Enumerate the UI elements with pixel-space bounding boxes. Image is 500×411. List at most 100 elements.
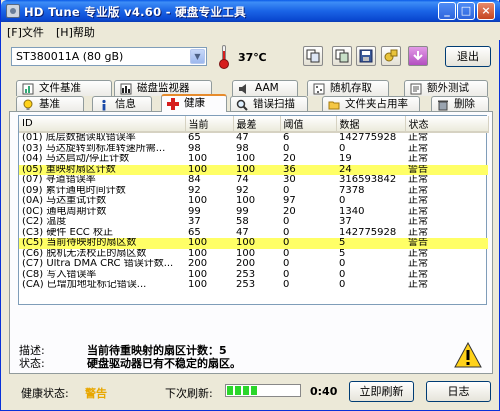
raw-data: 37 — [339, 217, 352, 227]
raw-data: 7378 — [339, 185, 365, 196]
menu-bar: [F]文件 [H]帮助 — [1, 22, 500, 40]
table-row[interactable]: (CA) 已增加地址标记错误... 100 253 0 0 正常 — [19, 280, 488, 291]
table-row[interactable]: (04) 马达启动/停止计数 100 100 20 19 正常 — [19, 154, 488, 165]
current-value: 100 — [185, 164, 233, 175]
status-cell: 正常 — [408, 175, 428, 185]
random-access-icon — [313, 83, 325, 95]
attribute-id: (01) 底层数据读取错误率 — [22, 132, 136, 143]
copy-button[interactable] — [303, 46, 323, 66]
worst-value: 58 — [236, 217, 249, 227]
current-value: 98 — [188, 143, 201, 154]
threshold-value: 0 — [283, 248, 290, 259]
threshold-value: 20 — [283, 206, 296, 217]
worst-value: 92 — [236, 185, 249, 196]
tab-health[interactable]: 健康 — [161, 94, 227, 112]
exit-button[interactable]: 退出 — [445, 46, 491, 67]
smart-table-body: (01) 底层数据读取错误率 65 47 6 142775928 正常 (03) 马达旋转到… — [19, 132, 488, 291]
copy-screen-button[interactable] — [332, 46, 352, 66]
table-row[interactable]: (07) 寻道错误率 84 74 30 316593842 正常 — [19, 175, 488, 186]
worst-value: 99 — [236, 206, 249, 217]
drive-select[interactable]: ST380011A (80 gB) ▼ — [11, 47, 207, 66]
column-header-data[interactable]: 数据 — [336, 116, 406, 133]
table-row[interactable]: (01) 底层数据读取错误率 65 47 6 142775928 正常 — [19, 132, 488, 144]
table-row-warning[interactable]: (C5) 当前待映射的扇区数 100 100 0 5 警告 — [19, 238, 488, 249]
worst-value: 100 — [236, 196, 256, 206]
menu-help[interactable]: [H]帮助 — [56, 24, 95, 40]
attribute-id: (C6) 脱机无法校正的扇区数 — [22, 248, 147, 259]
current-value: 200 — [188, 259, 208, 269]
tab-label: 磁盘监视器 — [137, 82, 190, 94]
trash-icon — [438, 100, 448, 111]
worst-value: 47 — [236, 227, 249, 238]
close-button[interactable]: × — [477, 2, 495, 20]
tab-folder-usage[interactable]: 文件夹占用率 — [322, 96, 420, 112]
worst-value: 100 — [233, 238, 280, 249]
smart-table[interactable]: ID 当前 最差 阈值 数据 状态 (01) 底层数据读取错误率 65 47 6 142… — [18, 115, 489, 305]
worst-value: 100 — [236, 248, 256, 259]
maximize-button[interactable]: □ — [457, 2, 475, 20]
table-row-warning[interactable]: (05) 重映射扇区计数 100 100 36 24 警告 — [19, 164, 488, 175]
current-value: 99 — [188, 206, 201, 217]
current-value: 100 — [185, 238, 233, 249]
app-window: HD Tune 专业版 v4.60 - 硬盘专业工具 _ □ × [F]文件 [… — [0, 0, 500, 411]
chevron-down-icon[interactable]: ▼ — [190, 49, 205, 64]
table-row[interactable]: (0C) 通电周期计数 99 99 20 1340 正常 — [19, 207, 488, 218]
tab-aam[interactable]: AAM — [232, 80, 298, 96]
threshold-value: 30 — [283, 175, 296, 185]
table-row[interactable]: (C6) 脱机无法校正的扇区数 100 100 0 5 正常 — [19, 249, 488, 260]
column-header-worst[interactable]: 最差 — [233, 116, 281, 133]
minimize-button[interactable]: _ — [438, 2, 456, 20]
worst-value: 100 — [236, 154, 256, 164]
tab-info[interactable]: 信息 — [92, 96, 152, 112]
current-value: 65 — [188, 132, 201, 143]
tab-extra-tests[interactable]: 额外测试 — [404, 80, 488, 96]
table-row[interactable]: (C2) 温度 37 58 0 37 正常 — [19, 217, 488, 228]
title-bar[interactable]: HD Tune 专业版 v4.60 - 硬盘专业工具 _ □ × — [1, 0, 500, 22]
table-row[interactable]: (C8) 写入错误率 100 253 0 0 正常 — [19, 270, 488, 281]
options-button[interactable] — [381, 46, 401, 66]
table-row[interactable]: (C7) Ultra DMA CRC 错误计数... 200 200 0 0 正常 — [19, 259, 488, 270]
tab-benchmark[interactable]: 基准 — [16, 96, 84, 112]
download-button[interactable] — [408, 46, 428, 66]
threshold-value: 0 — [280, 238, 336, 249]
attribute-id: (0A) 马达重试计数 — [22, 196, 107, 206]
threshold-value: 0 — [283, 259, 290, 269]
table-row[interactable]: (09) 累计通电时间计数 92 92 0 7378 正常 — [19, 186, 488, 197]
tab-erase[interactable]: 删除 — [431, 96, 489, 112]
refresh-progress-bar — [225, 384, 301, 397]
refresh-now-button[interactable]: 立即刷新 — [349, 381, 414, 402]
attribute-id: (04) 马达启动/停止计数 — [22, 154, 130, 164]
current-value: 100 — [188, 196, 208, 206]
next-refresh-label: 下次刷新: — [165, 387, 213, 400]
disk-monitor-icon — [120, 83, 132, 95]
log-button[interactable]: 日志 — [426, 381, 491, 402]
speaker-icon — [239, 84, 246, 94]
current-value: 92 — [188, 185, 201, 196]
tab-error-scan[interactable]: 错误扫描 — [230, 96, 308, 112]
column-header-status[interactable]: 状态 — [405, 116, 489, 133]
lightbulb-icon — [23, 99, 33, 110]
column-header-id[interactable]: ID — [19, 116, 186, 133]
tab-label: 基准 — [39, 98, 60, 110]
tab-label: 文件基准 — [39, 82, 81, 94]
table-row[interactable]: (03) 马达旋转到标准转速所需... 98 98 0 0 正常 — [19, 144, 488, 155]
threshold-value: 0 — [283, 269, 290, 280]
save-button[interactable] — [356, 46, 376, 66]
status-cell: 正常 — [408, 227, 428, 238]
menu-file[interactable]: [F]文件 — [7, 24, 44, 40]
attribute-id: (C7) Ultra DMA CRC 错误计数... — [22, 259, 174, 269]
tab-file-benchmark[interactable]: 文件基准 — [16, 80, 112, 96]
copy-icon — [306, 49, 320, 63]
table-row[interactable]: (0A) 马达重试计数 100 100 97 0 正常 — [19, 196, 488, 207]
current-value: 65 — [188, 227, 201, 238]
status-cell: 警告 — [405, 238, 488, 249]
tab-random-access[interactable]: 随机存取 — [307, 80, 389, 96]
raw-data: 142775928 — [339, 227, 397, 238]
column-header-current[interactable]: 当前 — [185, 116, 234, 133]
column-header-threshold[interactable]: 阈值 — [280, 116, 337, 133]
raw-data: 0 — [339, 143, 346, 154]
attribute-id: (C8) 写入错误率 — [22, 269, 97, 280]
table-row[interactable]: (C3) 硬件 ECC 校正 65 47 0 142775928 正常 — [19, 228, 488, 239]
current-value: 37 — [188, 217, 201, 227]
refresh-timer: 0:40 — [310, 385, 338, 398]
